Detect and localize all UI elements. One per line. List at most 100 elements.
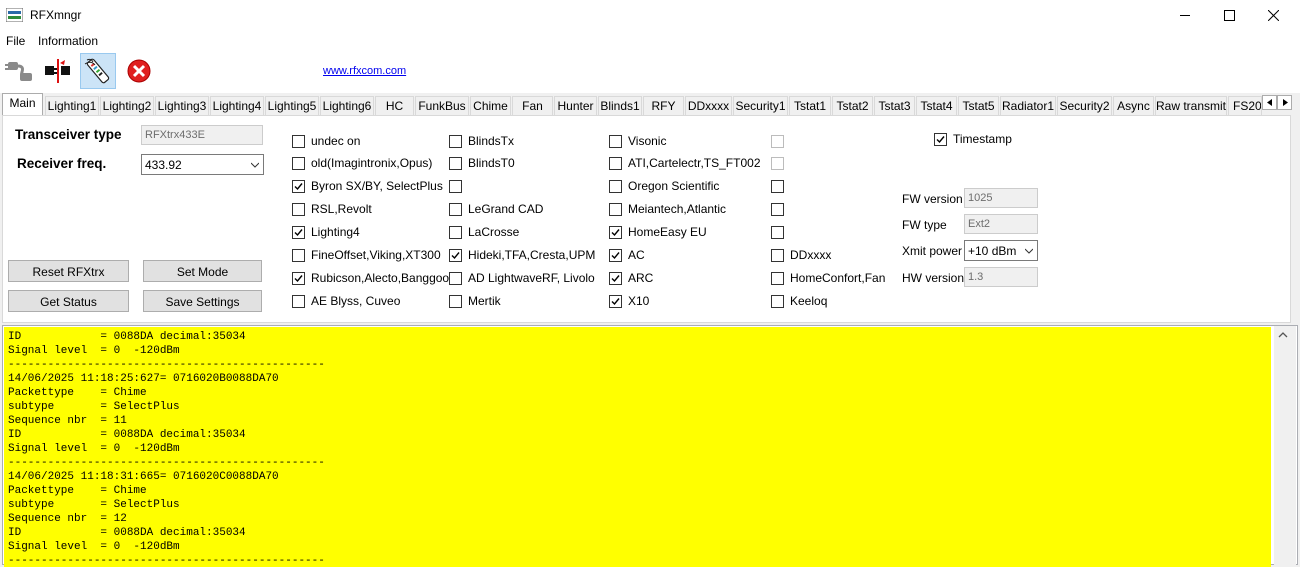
checkbox-box xyxy=(292,294,305,308)
tab-scroll-right-button[interactable] xyxy=(1277,95,1292,110)
tab-security2[interactable]: Security2 xyxy=(1057,96,1112,115)
tab-lighting1[interactable]: Lighting1 xyxy=(45,96,99,115)
tab-fs20[interactable]: FS20 xyxy=(1228,96,1262,115)
checkbox-homeeasy-eu[interactable]: HomeEasy EU xyxy=(609,224,707,240)
checkbox-label: AE Blyss, Cuveo xyxy=(311,294,401,308)
minimize-button[interactable] xyxy=(1162,0,1208,31)
tab-tstat4[interactable]: Tstat4 xyxy=(916,96,957,115)
fw-type-label: FW type xyxy=(902,218,947,232)
checkbox-fineoffset-viking-xt300[interactable]: FineOffset,Viking,XT300 xyxy=(292,247,441,263)
tab-async[interactable]: Async xyxy=(1113,96,1154,115)
xmit-power-select[interactable]: +10 dBm xyxy=(964,240,1038,261)
checkbox-keeloq[interactable]: Keeloq xyxy=(771,293,827,309)
checkbox-box xyxy=(609,271,622,285)
checkbox-ad-lightwaverf-livolo[interactable]: AD LightwaveRF, Livolo xyxy=(449,270,595,286)
tab-scroll-left-button[interactable] xyxy=(1262,95,1277,110)
arrow-right-icon xyxy=(1282,99,1288,106)
checkbox-visonic[interactable]: Visonic xyxy=(609,133,666,149)
tab-blinds1[interactable]: Blinds1 xyxy=(598,96,642,115)
tab-tstat1[interactable]: Tstat1 xyxy=(789,96,831,115)
checkbox-blindst0[interactable]: BlindsT0 xyxy=(449,155,515,171)
receiver-freq-select[interactable]: 433.92 xyxy=(141,154,264,175)
tab-main[interactable]: Main xyxy=(2,93,43,115)
tab-lighting2[interactable]: Lighting2 xyxy=(100,96,154,115)
tab-fan[interactable]: Fan xyxy=(512,96,553,115)
tab-tstat3[interactable]: Tstat3 xyxy=(874,96,915,115)
checkbox-ac[interactable]: AC xyxy=(609,247,645,263)
checkbox-ae-blyss-cuveo[interactable]: AE Blyss, Cuveo xyxy=(292,293,400,309)
set-mode-button[interactable]: Set Mode xyxy=(143,260,262,282)
checkbox-unnamed-3-4[interactable] xyxy=(771,224,784,240)
tab-scroll xyxy=(1262,95,1292,110)
get-status-button[interactable]: Get Status xyxy=(8,290,129,312)
checkbox-box xyxy=(449,202,462,216)
checkbox-mertik[interactable]: Mertik xyxy=(449,293,501,309)
checkbox-box xyxy=(609,156,622,170)
tab-funkbus[interactable]: FunkBus xyxy=(415,96,469,115)
checkbox-legrand-cad[interactable]: LeGrand CAD xyxy=(449,201,543,217)
receive-button[interactable] xyxy=(80,53,116,89)
menu-information[interactable]: Information xyxy=(38,34,98,48)
checkbox-label: undec on xyxy=(311,134,361,148)
tab-rfy[interactable]: RFY xyxy=(643,96,684,115)
checkbox-rubicson-alecto-banggood[interactable]: Rubicson,Alecto,Banggood xyxy=(292,270,456,286)
checkbox-unnamed-3-3[interactable] xyxy=(771,201,784,217)
log-scrollbar[interactable] xyxy=(1274,326,1296,566)
close-button[interactable] xyxy=(1250,0,1296,31)
tab-ddxxxx[interactable]: DDxxxx xyxy=(685,96,732,115)
tab-hunter[interactable]: Hunter xyxy=(554,96,597,115)
tab-lighting3[interactable]: Lighting3 xyxy=(155,96,209,115)
checkbox-meiantech-atlantic[interactable]: Meiantech,Atlantic xyxy=(609,201,726,217)
checkbox-byron-sx-by-selectplus[interactable]: Byron SX/BY, SelectPlus xyxy=(292,178,443,194)
checkbox-arc[interactable]: ARC xyxy=(609,270,653,286)
menu-bar: File Information xyxy=(0,31,1300,51)
checkbox-hideki-tfa-cresta-upm[interactable]: Hideki,TFA,Cresta,UPM xyxy=(449,247,595,263)
checkbox-label: X10 xyxy=(628,294,650,308)
checkbox-ddxxxx[interactable]: DDxxxx xyxy=(771,247,831,263)
rfxcom-link[interactable]: www.rfxcom.com xyxy=(323,65,406,77)
tab-lighting6[interactable]: Lighting6 xyxy=(320,96,374,115)
message-log[interactable]: ID = 0088DA decimal:35034 Signal level = … xyxy=(2,325,1298,567)
timestamp-checkbox[interactable]: Timestamp xyxy=(934,131,1012,147)
checkbox-x10[interactable]: X10 xyxy=(609,293,649,309)
checkbox-label: RSL,Revolt xyxy=(311,202,372,216)
tab-raw-transmit[interactable]: Raw transmit xyxy=(1155,96,1227,115)
reset-rfxtrx-button[interactable]: Reset RFXtrx xyxy=(8,260,129,282)
log-line: Sequence nbr = 12 xyxy=(8,513,127,525)
checkbox-undec-on[interactable]: undec on xyxy=(292,133,360,149)
checkbox-lacrosse[interactable]: LaCrosse xyxy=(449,224,519,240)
tab-security1[interactable]: Security1 xyxy=(733,96,788,115)
checkbox-box xyxy=(292,225,305,239)
menu-file[interactable]: File xyxy=(6,34,25,48)
maximize-button[interactable] xyxy=(1206,0,1252,31)
checkbox-ati-cartelectr-ts-ft002[interactable]: ATI,Cartelectr,TS_FT002 xyxy=(609,155,761,171)
checkbox-rsl-revolt[interactable]: RSL,Revolt xyxy=(292,201,372,217)
tab-hc[interactable]: HC xyxy=(375,96,414,115)
checkbox-box xyxy=(771,294,784,308)
save-settings-button[interactable]: Save Settings xyxy=(143,290,262,312)
log-line: Packettype = Chime xyxy=(8,387,147,399)
scroll-up-icon[interactable] xyxy=(1277,330,1289,340)
checkbox-homeconfort-fan[interactable]: HomeConfort,Fan xyxy=(771,270,885,286)
checkbox-old-imagintronix-opus[interactable]: old(Imagintronix,Opus) xyxy=(292,155,432,171)
main-tab-panel: Transceiver type RFXtrx433E Receiver fre… xyxy=(2,115,1291,323)
checkbox-label: BlindsT0 xyxy=(468,156,515,170)
chevron-down-icon xyxy=(251,162,259,168)
tab-radiator1[interactable]: Radiator1 xyxy=(1000,96,1056,115)
check-mark-icon xyxy=(294,228,303,236)
checkbox-lighting4[interactable]: Lighting4 xyxy=(292,224,360,240)
tab-lighting5[interactable]: Lighting5 xyxy=(265,96,319,115)
tab-lighting4[interactable]: Lighting4 xyxy=(210,96,264,115)
checkbox-unnamed-1-2[interactable] xyxy=(449,178,462,194)
checkbox-blindstx[interactable]: BlindsTx xyxy=(449,133,514,149)
checkbox-unnamed-3-2[interactable] xyxy=(771,178,784,194)
tab-chime[interactable]: Chime xyxy=(470,96,511,115)
disconnect-button[interactable] xyxy=(40,53,76,89)
tab-tstat5[interactable]: Tstat5 xyxy=(958,96,999,115)
checkbox-box xyxy=(292,202,305,216)
tab-tstat2[interactable]: Tstat2 xyxy=(832,96,873,115)
checkbox-oregon-scientific[interactable]: Oregon Scientific xyxy=(609,178,719,194)
stop-button[interactable] xyxy=(121,53,157,89)
checkbox-label: HomeConfort,Fan xyxy=(790,271,886,285)
connect-button[interactable] xyxy=(1,53,37,89)
